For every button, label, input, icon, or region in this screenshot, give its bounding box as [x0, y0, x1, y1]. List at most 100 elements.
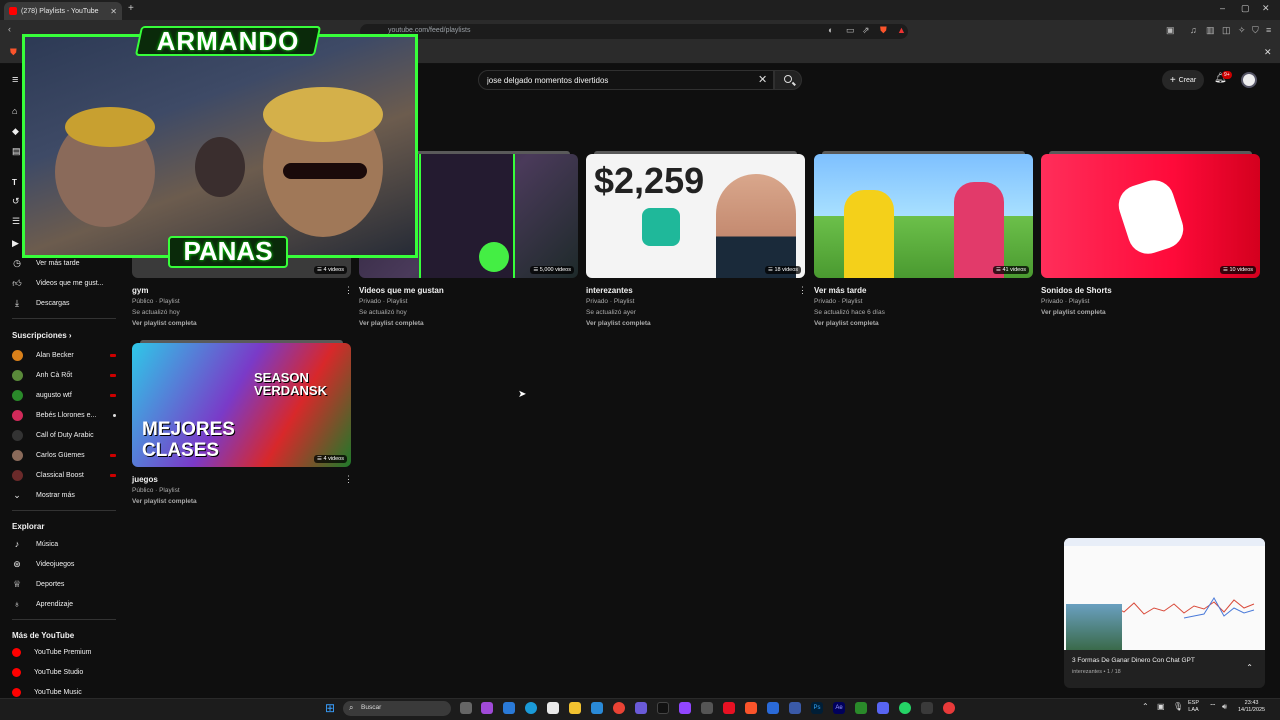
store-icon[interactable] [547, 702, 559, 714]
sidebar-item-subscription[interactable]: Classical Boost [12, 467, 116, 483]
cast-icon[interactable]: ▭ [846, 25, 855, 36]
avatar[interactable] [1241, 72, 1257, 88]
app-icon[interactable] [767, 702, 779, 714]
twitch-icon[interactable] [679, 702, 691, 714]
search-button[interactable] [774, 70, 802, 90]
browser-tab[interactable]: (278) Playlists - YouTube ✕ [4, 2, 122, 20]
rewards-icon[interactable]: ▲ [897, 25, 906, 35]
windows-start-icon[interactable]: ⊞ [325, 701, 335, 715]
sidebar-item-subscription[interactable]: Call of Duty Arabic [12, 427, 116, 443]
brave-shield-icon[interactable]: ⛊ [880, 25, 887, 36]
wallet-icon[interactable]: ◫ [1222, 25, 1231, 36]
sidebar-item-youtube-studio[interactable]: YouTube Studio [12, 664, 116, 680]
playlist-thumbnail[interactable]: $2,259 ☰ 18 videos [586, 154, 805, 278]
file-explorer-icon[interactable] [569, 702, 581, 714]
edge-icon[interactable] [503, 702, 515, 714]
app-icon[interactable] [723, 702, 735, 714]
more-vert-icon[interactable]: ⋮ [344, 285, 353, 296]
menu-icon[interactable]: ≡ [1266, 25, 1271, 35]
xbox-icon[interactable] [855, 702, 867, 714]
mail-icon[interactable] [591, 702, 603, 714]
view-playlist-link[interactable]: Ver playlist completa [586, 320, 651, 327]
sidebar-item-learning[interactable]: ♁ Aprendizaje [12, 596, 116, 612]
ai-icon[interactable]: ✧ [1238, 25, 1246, 36]
close-tab-icon[interactable]: ✕ [110, 7, 117, 16]
volume-icon[interactable]: 🔊︎ [1222, 702, 1227, 712]
playlist-thumbnail[interactable]: ☰ 10 videos [1041, 154, 1260, 278]
vpn-icon[interactable] [789, 702, 801, 714]
tray-app-icon[interactable]: ▣ [1157, 702, 1165, 711]
edge-browser-icon[interactable] [525, 702, 537, 714]
maximize-icon[interactable]: ▢ [1241, 3, 1250, 14]
brave-icon[interactable]: ⛊ [10, 47, 17, 58]
tiktok-icon[interactable] [657, 702, 669, 714]
brave-icon[interactable] [745, 702, 757, 714]
copilot-icon[interactable] [481, 702, 493, 714]
chat-icon[interactable] [701, 702, 713, 714]
app-icon[interactable] [921, 702, 933, 714]
view-playlist-link[interactable]: Ver playlist completa [132, 320, 197, 327]
home-icon[interactable]: ⌂ [12, 106, 17, 116]
close-window-icon[interactable]: ✕ [1262, 3, 1270, 14]
sidebar-item-subscription[interactable]: Carlos Güemes [12, 447, 116, 463]
sidebar-item-youtube-premium[interactable]: YouTube Premium [12, 644, 116, 660]
search-input[interactable] [478, 70, 774, 90]
media-icon[interactable]: ♫ [1190, 25, 1197, 35]
microphone-icon[interactable]: 🎙︎ [1173, 702, 1183, 711]
chevron-up-icon[interactable]: ⌃ [1246, 663, 1253, 672]
more-vert-icon[interactable]: ⋮ [798, 285, 807, 296]
view-playlist-link[interactable]: Ver playlist completa [132, 498, 197, 505]
sidebar-item-gaming[interactable]: ⊛ Videojuegos [12, 556, 116, 572]
playlist-thumbnail[interactable]: SEASON VERDANSK MEJORES CLASES ☰ 4 video… [132, 343, 351, 467]
close-bar-icon[interactable]: ✕ [1264, 47, 1272, 58]
sidebar-item-music[interactable]: ♪ Música [12, 536, 116, 552]
discord-icon[interactable] [877, 702, 889, 714]
extension-icon[interactable]: ◐ [828, 25, 833, 35]
back-icon[interactable]: ‹ [8, 24, 11, 34]
playlist-title[interactable]: gym [132, 286, 148, 295]
playlist-title[interactable]: Sonidos de Shorts [1041, 286, 1112, 295]
url-bar[interactable]: youtube.com/feed/playlists [360, 24, 908, 39]
obs-icon[interactable] [943, 702, 955, 714]
share-icon[interactable]: ⇗ [862, 25, 870, 36]
sidebar-item-subscription[interactable]: augusto wtf [12, 387, 116, 403]
playlist-thumbnail[interactable]: ☰ 41 videos [814, 154, 1033, 278]
show-more-button[interactable]: ⌄ Mostrar más [12, 487, 116, 503]
tray-chevron-up-icon[interactable]: ⌃ [1142, 702, 1149, 711]
sidebar-item-liked-videos[interactable]: 👍︎ Videos que me gust... [12, 275, 116, 291]
vpn-icon[interactable]: ⛉ [1252, 25, 1259, 36]
playlist-title[interactable]: juegos [132, 475, 158, 484]
minimize-icon[interactable]: – [1220, 3, 1225, 13]
more-vert-icon[interactable]: ⋮ [344, 474, 353, 485]
playlist-title[interactable]: interezantes [586, 286, 633, 295]
subscriptions-heading[interactable]: Suscripciones › [12, 331, 72, 340]
language-indicator[interactable]: ESP LAA [1188, 700, 1199, 714]
whatsapp-icon[interactable] [899, 702, 911, 714]
new-tab-icon[interactable]: + [128, 3, 134, 14]
clear-search-icon[interactable]: ✕ [758, 73, 767, 86]
task-view-icon[interactable] [460, 702, 472, 714]
create-button[interactable]: + Crear [1162, 70, 1204, 90]
taskbar-search[interactable]: ⌕ Buscar [343, 701, 451, 716]
photoshop-icon[interactable]: Ps [811, 702, 823, 714]
mini-player-title[interactable]: 3 Formas De Ganar Dinero Con Chat GPT [1072, 657, 1195, 664]
mini-player[interactable]: 3 Formas De Ganar Dinero Con Chat GPT in… [1064, 538, 1265, 688]
sidebar-toggle-icon[interactable]: ▣ [1166, 25, 1175, 36]
sidebar-item-subscription[interactable]: Bebés Llorones e... [12, 407, 116, 423]
mini-player-video[interactable] [1064, 538, 1265, 650]
sidebar-item-subscription[interactable]: Anh Cà Rốt [12, 367, 116, 383]
chrome-icon[interactable] [613, 702, 625, 714]
sidebar-item-subscription[interactable]: Alan Becker [12, 347, 116, 363]
clock[interactable]: 23:43 14/11/2025 [1238, 700, 1265, 714]
panel-icon[interactable]: ▥ [1206, 25, 1215, 36]
sidebar-item-downloads[interactable]: ⤓ Descargas [12, 295, 116, 311]
sidebar-item-sports[interactable]: ♕ Deportes [12, 576, 116, 592]
view-playlist-link[interactable]: Ver playlist completa [359, 320, 424, 327]
teams-icon[interactable] [635, 702, 647, 714]
view-playlist-link[interactable]: Ver playlist completa [1041, 309, 1106, 316]
after-effects-icon[interactable]: Ae [833, 702, 845, 714]
playlist-title[interactable]: Ver más tarde [814, 286, 866, 295]
playlist-title[interactable]: Videos que me gustan [359, 286, 444, 295]
view-playlist-link[interactable]: Ver playlist completa [814, 320, 879, 327]
wifi-icon[interactable]: ⌔ [1209, 702, 1217, 712]
